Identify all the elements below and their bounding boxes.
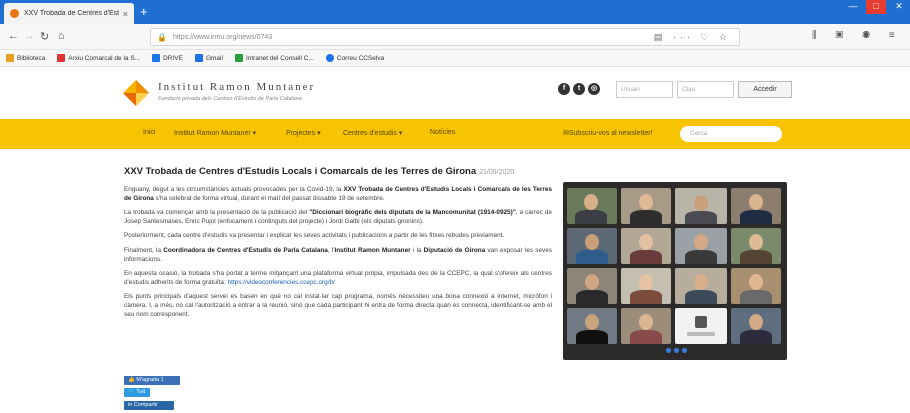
tweet-button[interactable]: 🐦 Tuit: [124, 388, 150, 397]
menu-item-noticies[interactable]: Notícies: [430, 129, 455, 136]
main-menu: Inici Institut Ramon Muntaner ▾ Projecte…: [0, 119, 910, 149]
bookmark-icon: [6, 54, 14, 62]
username-input[interactable]: Usuari: [616, 81, 673, 98]
lock-icon: 🔒: [157, 32, 167, 42]
participant-tile: [621, 188, 671, 224]
toolbar-icons[interactable]: ⫼ ▣ ◉ ≡: [812, 30, 903, 41]
site-header: Institut Ramon Muntaner Fundació privada…: [0, 67, 910, 119]
close-window-icon[interactable]: ✕: [888, 0, 910, 14]
irmu-logo-icon[interactable]: [122, 79, 150, 107]
minimize-icon[interactable]: —: [842, 0, 864, 14]
page-actions-icon[interactable]: ▤ ··· ♡ ☆: [654, 32, 731, 43]
social-links: f t ◎: [558, 83, 603, 95]
back-arrow-icon[interactable]: ←: [8, 30, 19, 42]
bookmark-item[interactable]: DRIVE: [152, 54, 183, 62]
menu-item-centres[interactable]: Centres d'estudis ▾: [343, 129, 402, 137]
bookmark-icon: [57, 54, 66, 62]
article-paragraph: La trobada va començar amb la presentaci…: [124, 209, 552, 225]
home-icon[interactable]: ⌂: [58, 30, 65, 42]
reload-icon[interactable]: ↻: [40, 30, 49, 43]
menu-item-projectes[interactable]: Projectes ▾: [286, 129, 321, 137]
videoconference-photo: [563, 182, 787, 360]
bookmark-item[interactable]: Arxiu Comarcal de la S...: [57, 54, 140, 62]
menu-item-inici[interactable]: Inici: [143, 129, 155, 136]
article-paragraph: Els punts principals d'aquest servei es …: [124, 293, 552, 318]
article-paragraph: Enguany, degut a les circumstàncies actu…: [124, 186, 552, 202]
participant-tile: [675, 228, 727, 264]
article-date: 21/09/2020: [479, 169, 515, 176]
browser-navbar: ← → ↻ ⌂ 🔒 https://www.irmu.org/news/0743…: [0, 24, 910, 50]
videoconference-link[interactable]: https://videoconferencies.ccepc.org/b/: [228, 279, 335, 286]
new-tab-button[interactable]: +: [140, 5, 148, 19]
participant-tile: [621, 228, 671, 264]
login-button[interactable]: Accedir: [738, 81, 792, 98]
article-title: XXV Trobada de Centres d'Estudis Locals …: [124, 166, 515, 177]
menu-item-institut[interactable]: Institut Ramon Muntaner ▾: [174, 129, 256, 137]
mic-icon[interactable]: [666, 348, 671, 353]
instagram-icon[interactable]: ◎: [588, 83, 600, 95]
facebook-icon[interactable]: f: [558, 83, 570, 95]
shared-screen-tile: [675, 308, 727, 344]
bookmark-icon: [325, 54, 334, 62]
brand[interactable]: Institut Ramon Muntaner Fundació privada…: [158, 81, 315, 102]
participant-tile: [567, 268, 617, 304]
article-paragraph: En aquesta ocasió, la trobada s'ha porta…: [124, 270, 552, 286]
participant-tile: [567, 188, 617, 224]
browser-titlebar: XXV Trobada de Centres d'Est... × + — □ …: [0, 0, 910, 24]
url-text: https://www.irmu.org/news/0743: [172, 33, 273, 41]
favicon-icon: [10, 9, 19, 18]
participant-tile: [731, 268, 781, 304]
brand-name: Institut Ramon Muntaner: [158, 81, 316, 93]
bookmark-item[interactable]: Biblioteca: [6, 54, 45, 62]
participant-tile: [731, 188, 781, 224]
bookmark-item[interactable]: Gmail: [194, 54, 223, 62]
bookmark-icon: [152, 54, 161, 62]
participant-tile: [675, 268, 727, 304]
participant-tile: [621, 308, 671, 344]
article-paragraph: Posteriorment, cada centre d'estudis va …: [124, 232, 505, 240]
forward-arrow-icon[interactable]: →: [24, 30, 35, 42]
newsletter-link[interactable]: ✉Subscriu-vos al newsletter!: [563, 129, 653, 137]
maximize-icon[interactable]: □: [866, 0, 886, 14]
hangup-icon[interactable]: [682, 348, 687, 353]
search-input[interactable]: Cerca: [680, 126, 782, 142]
close-tab-icon[interactable]: ×: [123, 9, 128, 19]
bookmark-item[interactable]: Intranet del Consell C...: [234, 54, 314, 62]
participant-tile: [675, 188, 727, 224]
tab-title: XXV Trobada de Centres d'Est...: [24, 10, 119, 17]
facebook-like-button[interactable]: 👍 M'agrada 1: [124, 376, 180, 385]
bookmark-icon: [234, 54, 243, 62]
participant-tile: [567, 228, 617, 264]
participant-tile: [621, 268, 671, 304]
participant-tile: [731, 308, 781, 344]
brand-tagline: Fundació privada dels Centres d'Estudis …: [158, 96, 302, 102]
password-input[interactable]: Clau: [677, 81, 734, 98]
bookmark-icon: [194, 54, 203, 62]
address-bar[interactable]: 🔒 https://www.irmu.org/news/0743 ▤ ··· ♡…: [150, 28, 740, 46]
call-controls[interactable]: [666, 348, 690, 353]
participant-tile: [567, 308, 617, 344]
bookmarks-bar: Biblioteca Arxiu Comarcal de la S... DRI…: [0, 50, 910, 67]
article-paragraph: Finalment, la Coordinadora de Centres d'…: [124, 246, 552, 263]
linkedin-share-button[interactable]: in Compartir: [124, 401, 174, 410]
article: XXV Trobada de Centres d'Estudis Locals …: [124, 166, 552, 319]
participant-tile: [731, 228, 781, 264]
camera-icon[interactable]: [674, 348, 679, 353]
browser-tab[interactable]: XXV Trobada de Centres d'Est... ×: [4, 3, 134, 24]
twitter-icon[interactable]: t: [573, 83, 585, 95]
bookmark-item[interactable]: Correu CCSelva: [325, 54, 384, 62]
